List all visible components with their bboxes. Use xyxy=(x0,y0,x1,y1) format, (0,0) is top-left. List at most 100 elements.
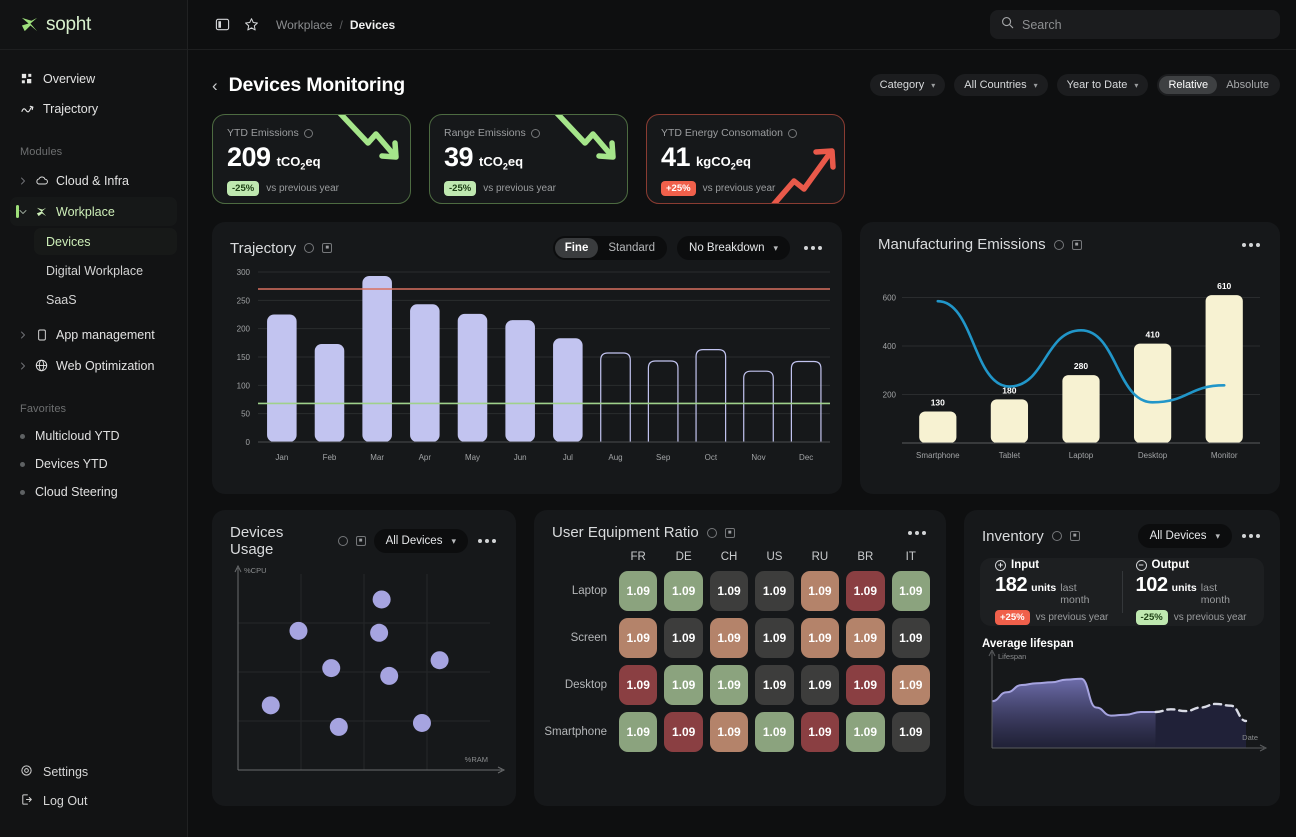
info-icon[interactable] xyxy=(337,536,348,546)
sidebar-favorite-devices-ytd[interactable]: Devices YTD xyxy=(10,451,177,477)
sidebar-favorite-cloud-steering[interactable]: Cloud Steering xyxy=(10,479,177,505)
heatmap-cell[interactable]: 1.09 xyxy=(755,665,794,705)
sidebar-toggle-icon[interactable] xyxy=(214,17,230,33)
brand-logo[interactable]: sopht xyxy=(0,0,187,50)
granularity-toggle: Fine Standard xyxy=(552,236,668,260)
heatmap-cell[interactable]: 1.09 xyxy=(891,571,930,611)
info-icon[interactable] xyxy=(304,243,315,253)
heatmap-cell[interactable]: 1.09 xyxy=(664,665,703,705)
info-icon[interactable] xyxy=(303,128,313,138)
heatmap-cell[interactable]: 1.09 xyxy=(800,712,840,752)
device-filter-dropdown[interactable]: All Devices ▾ xyxy=(373,529,468,553)
heatmap-cell[interactable]: 1.09 xyxy=(800,571,840,611)
sidebar-subitem-digital-workplace[interactable]: Digital Workplace xyxy=(34,257,177,284)
country-filter[interactable]: All Countries ▾ xyxy=(954,74,1048,96)
breakdown-dropdown[interactable]: No Breakdown ▾ xyxy=(677,236,790,260)
info-icon[interactable] xyxy=(706,527,717,538)
period-filter[interactable]: Year to Date ▾ xyxy=(1056,74,1149,96)
heatmap-cell[interactable]: 1.09 xyxy=(891,712,930,752)
svg-text:300: 300 xyxy=(237,268,251,277)
sidebar-item-cloud-infra[interactable]: Cloud & Infra xyxy=(10,166,177,195)
heatmap-cell[interactable]: 1.09 xyxy=(755,712,794,752)
kpi-card-ytd-emissions[interactable]: YTD Emissions 209 tCO2eq -25% vs previou… xyxy=(212,114,411,204)
search-input[interactable] xyxy=(1022,17,1269,32)
more-menu-icon[interactable] xyxy=(1238,239,1264,251)
sidebar-item-settings[interactable]: Settings xyxy=(10,757,178,786)
filter-label: All Countries xyxy=(964,79,1027,91)
breadcrumb-current[interactable]: Devices xyxy=(350,18,395,32)
device-filter-dropdown[interactable]: All Devices ▾ xyxy=(1137,524,1232,548)
info-icon[interactable] xyxy=(787,128,797,138)
gear-icon xyxy=(20,764,33,780)
filter-label: Year to Date xyxy=(1066,79,1128,91)
heatmap-cell[interactable]: 1.09 xyxy=(619,618,658,658)
search-box[interactable] xyxy=(990,10,1280,39)
heatmap-cell[interactable]: 1.09 xyxy=(709,618,749,658)
heatmap-cell[interactable]: 1.09 xyxy=(800,618,840,658)
heatmap-cell[interactable]: 1.09 xyxy=(619,712,658,752)
kpi-card-ytd-energy-consumption[interactable]: YTD Energy Consomation 41 kgCO2eq +25% v… xyxy=(646,114,845,204)
toggle-relative[interactable]: Relative xyxy=(1159,76,1218,94)
heatmap-cell[interactable]: 1.09 xyxy=(709,665,749,705)
sidebar-item-app-management[interactable]: App management xyxy=(10,320,177,349)
back-button[interactable]: ‹ xyxy=(212,77,218,94)
more-menu-icon[interactable] xyxy=(1238,530,1264,542)
expand-icon[interactable]: ■ xyxy=(355,536,366,546)
panel-devices-usage: Devices Usage ■ All Devices ▾ %CPU %RAM xyxy=(212,510,516,806)
heatmap-cell[interactable]: 1.09 xyxy=(891,665,930,705)
granularity-fine[interactable]: Fine xyxy=(554,238,599,258)
more-menu-icon[interactable] xyxy=(800,242,826,254)
heatmap-cell[interactable]: 1.09 xyxy=(891,618,930,658)
device-filter-label: All Devices xyxy=(1149,530,1207,542)
heatmap-cell[interactable]: 1.09 xyxy=(846,712,885,752)
sidebar-item-overview[interactable]: Overview xyxy=(10,64,177,94)
heatmap-cell[interactable]: 1.09 xyxy=(664,571,703,611)
heatmap-cell[interactable]: 1.09 xyxy=(755,618,794,658)
toggle-absolute[interactable]: Absolute xyxy=(1217,76,1278,94)
heatmap-cell[interactable]: 1.09 xyxy=(709,712,749,752)
heatmap-cell[interactable]: 1.09 xyxy=(846,665,885,705)
info-icon[interactable] xyxy=(1051,531,1062,541)
trajectory-chart[interactable]: 0 50 100 150 200 250 300 Jan Feb Mar Apr May Jun Jul A… xyxy=(212,260,842,480)
more-menu-icon[interactable] xyxy=(904,527,930,539)
breadcrumb-parent[interactable]: Workplace xyxy=(276,18,332,32)
svg-text:Sep: Sep xyxy=(656,453,671,462)
heatmap-cell[interactable]: 1.09 xyxy=(755,571,794,611)
sidebar-favorite-multicloud-ytd[interactable]: Multicloud YTD xyxy=(10,423,177,449)
sidebar-item-trajectory[interactable]: Trajectory xyxy=(10,94,177,124)
plus-icon: + xyxy=(995,559,1006,571)
favorite-star-icon[interactable] xyxy=(243,17,259,33)
heatmap-cell[interactable]: 1.09 xyxy=(619,665,658,705)
heatmap-column-header: IT xyxy=(905,551,916,563)
category-filter[interactable]: Category ▾ xyxy=(869,74,946,96)
average-lifespan-chart[interactable]: Lifespan Date xyxy=(978,650,1278,770)
heatmap-cell[interactable]: 1.09 xyxy=(709,571,749,611)
sidebar-item-web-optimization[interactable]: Web Optimization xyxy=(10,351,177,380)
info-icon[interactable] xyxy=(1053,239,1064,250)
inventory-input-label: Input xyxy=(1011,559,1040,571)
svg-text:Jul: Jul xyxy=(563,453,573,462)
manufacturing-emissions-chart[interactable]: 200400600130Smartphone180Tablet280Laptop… xyxy=(860,253,1280,481)
sidebar-subitem-devices[interactable]: Devices xyxy=(34,228,177,255)
more-menu-icon[interactable] xyxy=(474,535,500,547)
expand-icon[interactable]: ■ xyxy=(1071,239,1082,250)
svg-text:600: 600 xyxy=(883,294,897,303)
info-icon[interactable] xyxy=(530,128,540,138)
sidebar-subitem-saas[interactable]: SaaS xyxy=(34,286,177,313)
devices-usage-chart[interactable]: %CPU %RAM xyxy=(212,558,516,806)
sidebar-item-logout[interactable]: Log Out xyxy=(10,786,178,815)
heatmap-cell[interactable]: 1.09 xyxy=(846,618,885,658)
expand-icon[interactable]: ■ xyxy=(1069,531,1080,541)
expand-icon[interactable]: ■ xyxy=(322,243,333,253)
expand-icon[interactable]: ■ xyxy=(724,527,735,538)
sopht-logo-icon xyxy=(20,15,39,34)
heatmap-cell[interactable]: 1.09 xyxy=(619,571,658,611)
heatmap-cell[interactable]: 1.09 xyxy=(664,712,703,752)
status-badge: +25% xyxy=(995,610,1030,625)
heatmap-cell[interactable]: 1.09 xyxy=(664,618,703,658)
heatmap-cell[interactable]: 1.09 xyxy=(800,665,840,705)
heatmap-cell[interactable]: 1.09 xyxy=(846,571,885,611)
kpi-card-range-emissions[interactable]: Range Emissions 39 tCO2eq -25% vs previo… xyxy=(429,114,628,204)
sidebar-item-workplace[interactable]: Workplace xyxy=(10,197,177,226)
granularity-standard[interactable]: Standard xyxy=(598,238,665,258)
